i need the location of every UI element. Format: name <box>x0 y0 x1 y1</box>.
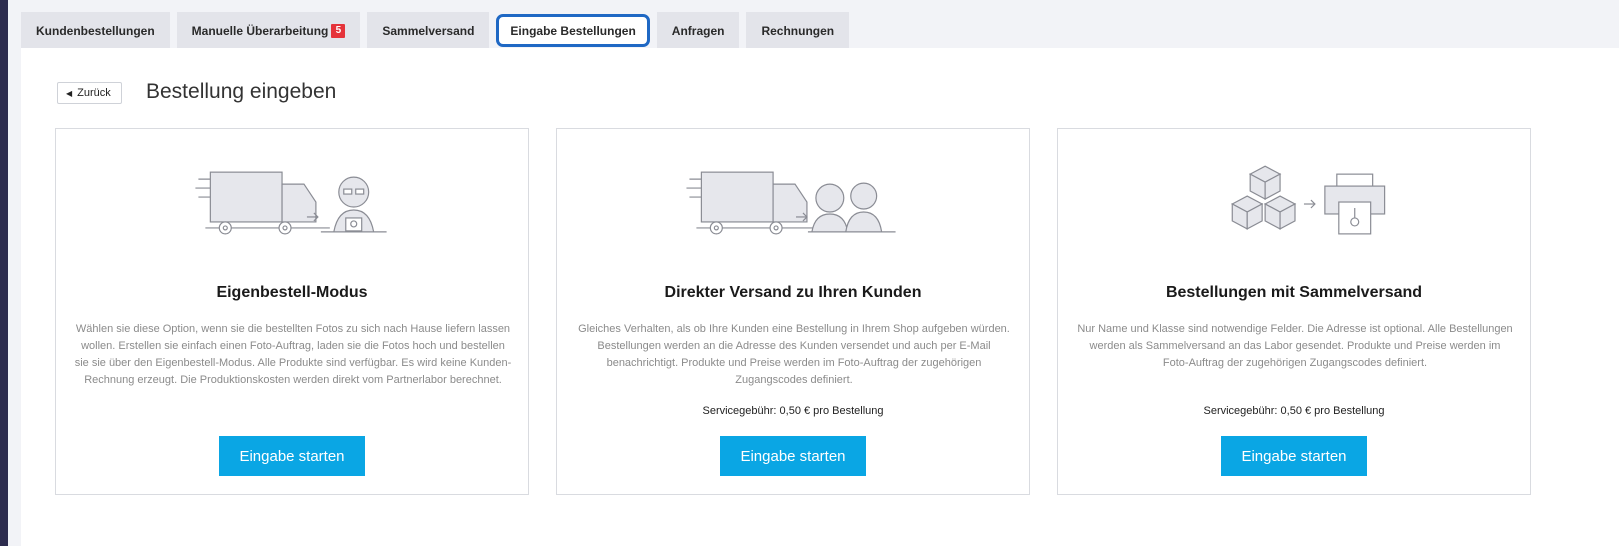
service-fee: Servicegebühr: 0,50 € pro Bestellung <box>1203 405 1385 417</box>
tab-label: Kundenbestellungen <box>36 23 155 38</box>
option-card-direkter-versand: Direkter Versand zu Ihren Kunden Gleiche… <box>556 128 1030 495</box>
card-description: Wählen sie diese Option, wenn sie die be… <box>74 323 512 386</box>
card-title: Direkter Versand zu Ihren Kunden <box>664 284 922 301</box>
app-sidebar-edge <box>0 0 8 546</box>
tab-label: Rechnungen <box>761 23 835 38</box>
content-panel: ◀ Zurück Bestellung eingeben Eigenbestel… <box>21 48 1619 546</box>
tab-label: Anfragen <box>671 23 725 38</box>
service-fee: Servicegebühr: 0,50 € pro Bestellung <box>702 405 884 417</box>
start-input-button[interactable]: Eingabe starten <box>219 436 365 476</box>
tab-label: Manuelle Überarbeitung <box>191 23 329 38</box>
tab-kundenbestellungen[interactable]: Kundenbestellungen <box>21 12 170 49</box>
card-title: Bestellungen mit Sammelversand <box>1165 284 1423 301</box>
tab-bar: Kundenbestellungen Manuelle Überarbeitun… <box>21 11 856 49</box>
card-title: Eigenbestell-Modus <box>216 284 368 301</box>
tab-label: Sammelversand <box>382 23 475 38</box>
tab-sammelversand[interactable]: Sammelversand <box>367 12 490 49</box>
card-description: Nur Name und Klasse sind notwendige Feld… <box>1077 323 1513 369</box>
truck-to-customers-icon <box>686 171 896 235</box>
boxes-to-printer-icon <box>1230 165 1386 235</box>
tab-anfragen[interactable]: Anfragen <box>656 12 740 49</box>
start-input-button[interactable]: Eingabe starten <box>1221 436 1367 476</box>
tab-rechnungen[interactable]: Rechnungen <box>746 12 850 49</box>
tab-eingabe-bestellungen[interactable]: Eingabe Bestellungen <box>496 14 650 47</box>
count-badge: 5 <box>331 23 346 38</box>
caret-left-icon: ◀ <box>66 88 73 98</box>
back-button[interactable]: ◀ Zurück <box>57 82 122 104</box>
start-input-button[interactable]: Eingabe starten <box>720 436 866 476</box>
card-description: Gleiches Verhalten, als ob Ihre Kunden e… <box>578 323 1010 386</box>
back-label: Zurück <box>77 87 111 99</box>
tab-label: Eingabe Bestellungen <box>510 23 636 38</box>
option-card-eigenbestell: Eigenbestell-Modus Wählen sie diese Opti… <box>55 128 529 495</box>
page-title: Bestellung eingeben <box>146 80 337 103</box>
truck-to-photographer-icon <box>195 171 387 235</box>
option-card-sammelversand: Bestellungen mit Sammelversand Nur Name … <box>1057 128 1531 495</box>
tab-manuelle-ueberarbeitung[interactable]: Manuelle Überarbeitung 5 <box>176 12 361 49</box>
